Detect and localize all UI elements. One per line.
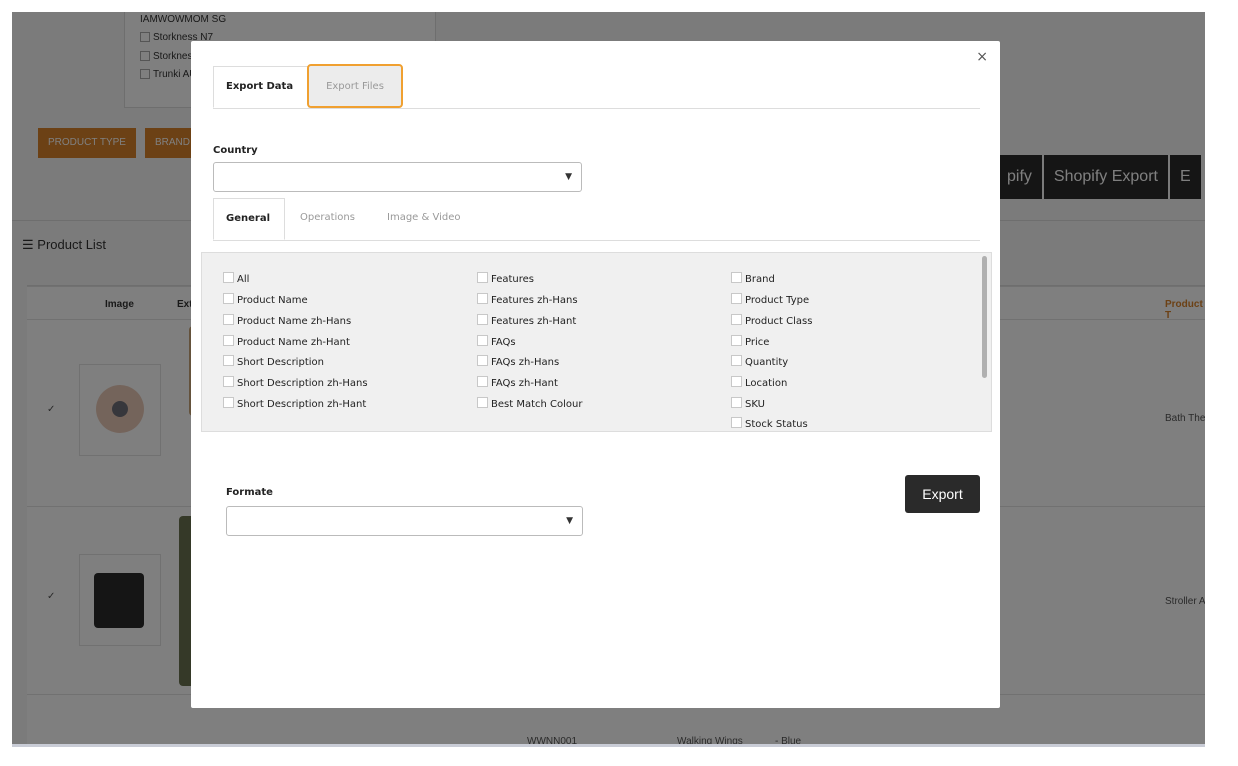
checkbox-all[interactable]: All xyxy=(223,272,249,285)
checkbox-field[interactable]: Location xyxy=(731,376,787,389)
checkbox-field[interactable]: Features zh-Hans xyxy=(477,293,578,306)
checkbox-field[interactable]: Short Description xyxy=(223,355,324,368)
checkbox-field[interactable]: Best Match Colour xyxy=(477,397,582,410)
format-label: Formate xyxy=(226,487,273,498)
tab-general[interactable]: General xyxy=(213,198,285,240)
checkbox-field[interactable]: Features xyxy=(477,272,534,285)
country-label: Country xyxy=(213,145,258,156)
export-tabs: Export Data Export Files xyxy=(213,64,980,109)
checkbox-field[interactable]: Brand xyxy=(731,272,775,285)
checkbox-field[interactable]: Product Class xyxy=(731,314,812,327)
tab-export-files[interactable]: Export Files xyxy=(307,64,403,108)
chevron-down-icon: ▼ xyxy=(565,172,572,182)
checkbox-field[interactable]: Product Name zh-Hans xyxy=(223,314,351,327)
checkbox-field[interactable]: Quantity xyxy=(731,355,788,368)
tab-image-video[interactable]: Image & Video xyxy=(375,198,473,240)
format-select[interactable]: ▼ xyxy=(226,506,583,536)
checkbox-field[interactable]: Product Name zh-Hant xyxy=(223,335,350,348)
checkbox-field[interactable]: Price xyxy=(731,335,769,348)
app-screen: IAMWOWMOM SG Storkness N7 Storkness Trun… xyxy=(12,12,1205,745)
checkbox-field[interactable]: Features zh-Hant xyxy=(477,314,576,327)
section-tabs: General Operations Image & Video xyxy=(213,198,980,241)
checkbox-field[interactable]: Product Type xyxy=(731,293,809,306)
checkbox-field[interactable]: SKU xyxy=(731,397,765,410)
checkbox-field[interactable]: Stock Status xyxy=(731,417,808,430)
field-checklist: All Product Name Product Name zh-Hans Pr… xyxy=(201,252,992,432)
close-icon[interactable]: × xyxy=(976,49,988,65)
checkbox-field[interactable]: Short Description zh-Hans xyxy=(223,376,368,389)
tab-operations[interactable]: Operations xyxy=(288,198,367,240)
tab-export-data[interactable]: Export Data xyxy=(213,66,309,108)
chevron-down-icon: ▼ xyxy=(566,516,573,526)
checkbox-field[interactable]: Short Description zh-Hant xyxy=(223,397,366,410)
export-modal: × Export Data Export Files Country ▼ Gen… xyxy=(191,41,1000,708)
checkbox-field[interactable]: FAQs zh-Hant xyxy=(477,376,558,389)
checkbox-field[interactable]: Product Name xyxy=(223,293,308,306)
checkbox-field[interactable]: FAQs zh-Hans xyxy=(477,355,559,368)
scrollbar-thumb[interactable] xyxy=(982,256,987,378)
country-select[interactable]: ▼ xyxy=(213,162,582,192)
checkbox-field[interactable]: FAQs xyxy=(477,335,516,348)
export-button[interactable]: Export xyxy=(905,475,980,513)
window-bottom-border xyxy=(12,744,1205,747)
